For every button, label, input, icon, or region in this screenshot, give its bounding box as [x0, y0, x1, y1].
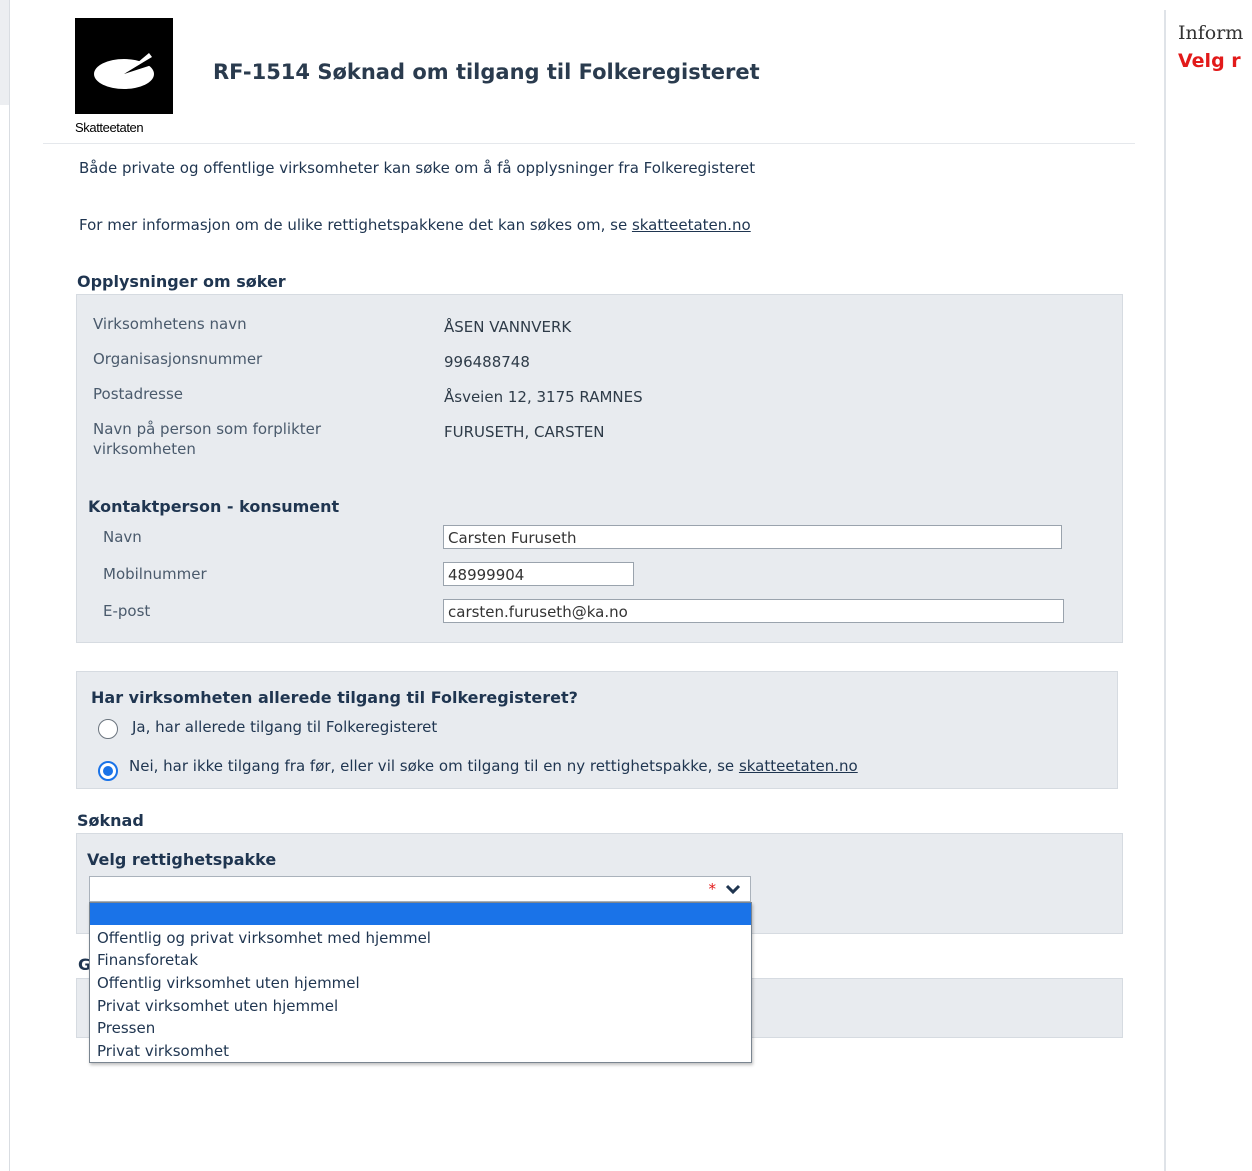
contact-name-input[interactable]: Carsten Furuseth	[443, 525, 1062, 549]
org-number-value: 996488748	[444, 353, 530, 371]
radio-has-access-label[interactable]: Ja, har allerede tilgang til Folkeregist…	[132, 718, 437, 736]
dropdown-option[interactable]: Privat virksomhet uten hjemmel	[90, 995, 751, 1017]
signatory-label: Navn på person som forplikter virksomhet…	[93, 420, 322, 458]
dropdown-option[interactable]: Finansforetak	[90, 949, 751, 971]
dropdown-option[interactable]: Offentlig virksomhet uten hjemmel	[90, 972, 751, 994]
package-label: Velg rettighetspakke	[87, 850, 277, 869]
applicant-heading: Opplysninger om søker	[77, 272, 286, 291]
header-divider	[43, 143, 1135, 144]
page-title: RF-1514 Søknad om tilgang til Folkeregis…	[213, 60, 760, 84]
email-label: E-post	[103, 602, 151, 620]
package-select[interactable]: *	[89, 876, 751, 902]
skatteetaten-link-2[interactable]: skatteetaten.no	[739, 757, 858, 775]
chevron-down-icon	[725, 884, 741, 895]
applicant-panel: Virksomhetens navn ÅSEN VANNVERK Organis…	[76, 294, 1123, 643]
radio-no-access-label[interactable]: Nei, har ikke tilgang fra før, eller vil…	[129, 757, 858, 775]
dropdown-option-empty[interactable]	[90, 903, 751, 925]
mobile-label: Mobilnummer	[103, 565, 207, 583]
dropdown-option[interactable]: Privat virksomhet	[90, 1040, 751, 1062]
intro-info-text: For mer informasjon om de ulike rettighe…	[79, 216, 632, 234]
skatteetaten-link[interactable]: skatteetaten.no	[632, 216, 751, 234]
access-panel: Har virksomheten allerede tilgang til Fo…	[76, 671, 1118, 789]
email-input[interactable]: carsten.furuseth@ka.no	[443, 599, 1064, 623]
contact-name-label: Navn	[103, 528, 142, 546]
skatteetaten-logo	[75, 18, 173, 114]
company-name-label: Virksomhetens navn	[93, 315, 247, 333]
mobile-input[interactable]: 48999904	[443, 562, 634, 586]
dropdown-option[interactable]: Offentlig og privat virksomhet med hjemm…	[90, 927, 751, 949]
logo-text: Skatteetaten	[75, 120, 144, 135]
radio-has-access[interactable]	[98, 719, 118, 739]
info-label: Inform	[1178, 22, 1244, 44]
intro-info-line: For mer informasjon om de ulike rettighe…	[79, 216, 751, 234]
company-name-value: ÅSEN VANNVERK	[444, 318, 572, 336]
right-info-panel: Inform Velg r	[1166, 10, 1252, 1171]
application-heading: Søknad	[77, 811, 144, 830]
dropdown-option[interactable]: Pressen	[90, 1017, 751, 1039]
required-marker: *	[708, 880, 717, 898]
postal-address-label: Postadresse	[93, 385, 184, 403]
org-number-label: Organisasjonsnummer	[93, 350, 263, 368]
package-dropdown-list: Offentlig og privat virksomhet med hjemm…	[89, 902, 752, 1063]
radio-no-access[interactable]	[98, 761, 118, 781]
radio-no-access-text: Nei, har ikke tilgang fra før, eller vil…	[129, 757, 739, 775]
postal-address-value: Åsveien 12, 3175 RAMNES	[444, 388, 643, 406]
signatory-value: FURUSETH, CARSTEN	[444, 423, 605, 441]
left-edge	[0, 0, 10, 1171]
contact-heading: Kontaktperson - konsument	[88, 497, 340, 516]
velg-warning: Velg r	[1178, 50, 1241, 72]
intro-text: Både private og offentlige virksomheter …	[79, 159, 756, 177]
left-edge-shade	[0, 0, 9, 105]
logo-icon	[94, 53, 158, 89]
access-question: Har virksomheten allerede tilgang til Fo…	[91, 688, 578, 707]
